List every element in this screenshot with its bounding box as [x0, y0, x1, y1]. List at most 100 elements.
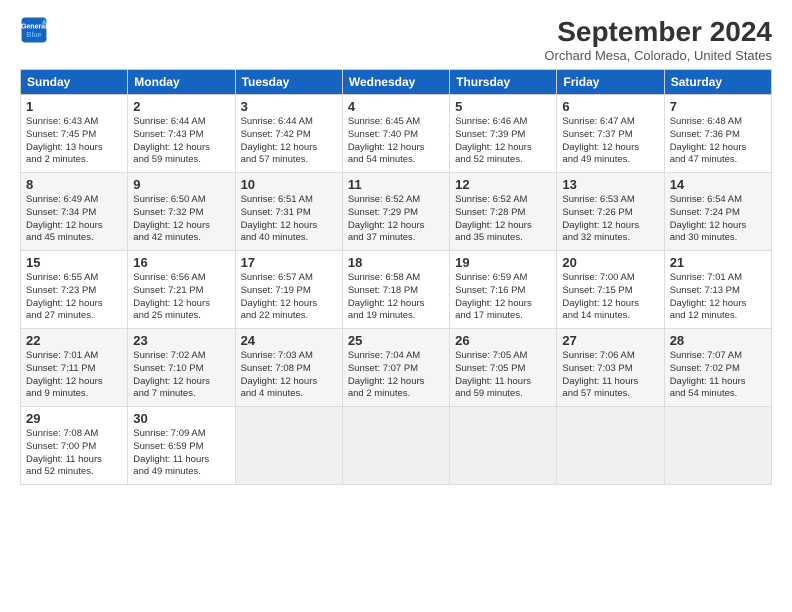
cell-content: Sunrise: 7:05 AM Sunset: 7:05 PM Dayligh… — [455, 350, 551, 401]
day-number: 7 — [670, 99, 766, 114]
cell-content: Sunrise: 7:09 AM Sunset: 6:59 PM Dayligh… — [133, 428, 229, 479]
col-wednesday: Wednesday — [342, 70, 449, 95]
day-number: 20 — [562, 255, 658, 270]
day-number: 9 — [133, 177, 229, 192]
calendar-cell: 11 Sunrise: 6:52 AM Sunset: 7:29 PM Dayli… — [342, 173, 449, 251]
day-number: 29 — [26, 411, 122, 426]
header-row: Sunday Monday Tuesday Wednesday Thursday… — [21, 70, 772, 95]
calendar-cell: 2 Sunrise: 6:44 AM Sunset: 7:43 PM Daylig… — [128, 95, 235, 173]
cell-content: Sunrise: 6:43 AM Sunset: 7:45 PM Dayligh… — [26, 116, 122, 167]
location: Orchard Mesa, Colorado, United States — [544, 48, 772, 63]
day-number: 15 — [26, 255, 122, 270]
cell-content: Sunrise: 6:53 AM Sunset: 7:26 PM Dayligh… — [562, 194, 658, 245]
cell-content: Sunrise: 6:59 AM Sunset: 7:16 PM Dayligh… — [455, 272, 551, 323]
logo-icon: General Blue — [20, 16, 48, 44]
calendar-cell: 22Sunrise: 7:01 AM Sunset: 7:11 PM Dayli… — [21, 329, 128, 407]
day-number: 26 — [455, 333, 551, 348]
cell-content: Sunrise: 6:44 AM Sunset: 7:43 PM Dayligh… — [133, 116, 229, 167]
title-block: September 2024 Orchard Mesa, Colorado, U… — [544, 16, 772, 63]
page-container: General Blue September 2024 Orchard Mesa… — [0, 0, 792, 495]
calendar-week-1: 1 Sunrise: 6:43 AM Sunset: 7:45 PM Daylig… — [21, 95, 772, 173]
calendar-cell: 20 Sunrise: 7:00 AM Sunset: 7:15 PM Dayli… — [557, 251, 664, 329]
cell-content: Sunrise: 6:56 AM Sunset: 7:21 PM Dayligh… — [133, 272, 229, 323]
cell-content: Sunrise: 6:45 AM Sunset: 7:40 PM Dayligh… — [348, 116, 444, 167]
day-number: 4 — [348, 99, 444, 114]
calendar-cell — [664, 407, 771, 485]
calendar-cell: 7 Sunrise: 6:48 AM Sunset: 7:36 PM Daylig… — [664, 95, 771, 173]
cell-content: Sunrise: 6:52 AM Sunset: 7:29 PM Dayligh… — [348, 194, 444, 245]
calendar-week-5: 29Sunrise: 7:08 AM Sunset: 7:00 PM Dayli… — [21, 407, 772, 485]
calendar-cell: 15 Sunrise: 6:55 AM Sunset: 7:23 PM Dayli… — [21, 251, 128, 329]
cell-content: Sunrise: 7:07 AM Sunset: 7:02 PM Dayligh… — [670, 350, 766, 401]
day-number: 6 — [562, 99, 658, 114]
day-number: 12 — [455, 177, 551, 192]
day-number: 11 — [348, 177, 444, 192]
cell-content: Sunrise: 6:55 AM Sunset: 7:23 PM Dayligh… — [26, 272, 122, 323]
calendar-cell: 3 Sunrise: 6:44 AM Sunset: 7:42 PM Daylig… — [235, 95, 342, 173]
day-number: 17 — [241, 255, 337, 270]
calendar-cell — [450, 407, 557, 485]
calendar-cell: 12 Sunrise: 6:52 AM Sunset: 7:28 PM Dayli… — [450, 173, 557, 251]
day-number: 22 — [26, 333, 122, 348]
day-number: 1 — [26, 99, 122, 114]
col-friday: Friday — [557, 70, 664, 95]
day-number: 5 — [455, 99, 551, 114]
day-number: 14 — [670, 177, 766, 192]
calendar-week-4: 22Sunrise: 7:01 AM Sunset: 7:11 PM Dayli… — [21, 329, 772, 407]
cell-content: Sunrise: 6:48 AM Sunset: 7:36 PM Dayligh… — [670, 116, 766, 167]
col-sunday: Sunday — [21, 70, 128, 95]
day-number: 13 — [562, 177, 658, 192]
col-saturday: Saturday — [664, 70, 771, 95]
calendar-cell: 18Sunrise: 6:58 AM Sunset: 7:18 PM Dayli… — [342, 251, 449, 329]
day-number: 28 — [670, 333, 766, 348]
calendar-cell: 4 Sunrise: 6:45 AM Sunset: 7:40 PM Daylig… — [342, 95, 449, 173]
col-tuesday: Tuesday — [235, 70, 342, 95]
col-thursday: Thursday — [450, 70, 557, 95]
cell-content: Sunrise: 7:00 AM Sunset: 7:15 PM Dayligh… — [562, 272, 658, 323]
header: General Blue September 2024 Orchard Mesa… — [20, 16, 772, 63]
day-number: 30 — [133, 411, 229, 426]
calendar-cell: 29Sunrise: 7:08 AM Sunset: 7:00 PM Dayli… — [21, 407, 128, 485]
day-number: 21 — [670, 255, 766, 270]
calendar-cell: 8Sunrise: 6:49 AM Sunset: 7:34 PM Daylig… — [21, 173, 128, 251]
calendar-cell: 28 Sunrise: 7:07 AM Sunset: 7:02 PM Dayli… — [664, 329, 771, 407]
calendar-cell — [342, 407, 449, 485]
day-number: 3 — [241, 99, 337, 114]
calendar-cell: 1 Sunrise: 6:43 AM Sunset: 7:45 PM Daylig… — [21, 95, 128, 173]
cell-content: Sunrise: 6:52 AM Sunset: 7:28 PM Dayligh… — [455, 194, 551, 245]
calendar-cell: 5 Sunrise: 6:46 AM Sunset: 7:39 PM Daylig… — [450, 95, 557, 173]
svg-text:Blue: Blue — [26, 32, 41, 39]
cell-content: Sunrise: 6:46 AM Sunset: 7:39 PM Dayligh… — [455, 116, 551, 167]
calendar-cell: 26 Sunrise: 7:05 AM Sunset: 7:05 PM Dayli… — [450, 329, 557, 407]
day-number: 23 — [133, 333, 229, 348]
day-number: 2 — [133, 99, 229, 114]
cell-content: Sunrise: 6:57 AM Sunset: 7:19 PM Dayligh… — [241, 272, 337, 323]
calendar-cell: 10Sunrise: 6:51 AM Sunset: 7:31 PM Dayli… — [235, 173, 342, 251]
calendar-cell: 23 Sunrise: 7:02 AM Sunset: 7:10 PM Dayli… — [128, 329, 235, 407]
cell-content: Sunrise: 7:04 AM Sunset: 7:07 PM Dayligh… — [348, 350, 444, 401]
calendar-cell: 13 Sunrise: 6:53 AM Sunset: 7:26 PM Dayli… — [557, 173, 664, 251]
cell-content: Sunrise: 6:50 AM Sunset: 7:32 PM Dayligh… — [133, 194, 229, 245]
calendar-cell: 19Sunrise: 6:59 AM Sunset: 7:16 PM Dayli… — [450, 251, 557, 329]
day-number: 16 — [133, 255, 229, 270]
day-number: 24 — [241, 333, 337, 348]
cell-content: Sunrise: 6:44 AM Sunset: 7:42 PM Dayligh… — [241, 116, 337, 167]
calendar-cell: 9 Sunrise: 6:50 AM Sunset: 7:32 PM Daylig… — [128, 173, 235, 251]
calendar-cell — [557, 407, 664, 485]
cell-content: Sunrise: 7:02 AM Sunset: 7:10 PM Dayligh… — [133, 350, 229, 401]
day-number: 8 — [26, 177, 122, 192]
col-monday: Monday — [128, 70, 235, 95]
calendar-table: Sunday Monday Tuesday Wednesday Thursday… — [20, 69, 772, 485]
cell-content: Sunrise: 6:47 AM Sunset: 7:37 PM Dayligh… — [562, 116, 658, 167]
calendar-week-2: 8Sunrise: 6:49 AM Sunset: 7:34 PM Daylig… — [21, 173, 772, 251]
cell-content: Sunrise: 7:03 AM Sunset: 7:08 PM Dayligh… — [241, 350, 337, 401]
calendar-cell: 16 Sunrise: 6:56 AM Sunset: 7:21 PM Dayli… — [128, 251, 235, 329]
day-number: 27 — [562, 333, 658, 348]
calendar-week-3: 15 Sunrise: 6:55 AM Sunset: 7:23 PM Dayli… — [21, 251, 772, 329]
calendar-cell: 17 Sunrise: 6:57 AM Sunset: 7:19 PM Dayli… — [235, 251, 342, 329]
day-number: 25 — [348, 333, 444, 348]
calendar-cell: 6 Sunrise: 6:47 AM Sunset: 7:37 PM Daylig… — [557, 95, 664, 173]
calendar-cell: 25 Sunrise: 7:04 AM Sunset: 7:07 PM Dayli… — [342, 329, 449, 407]
calendar-cell: 27Sunrise: 7:06 AM Sunset: 7:03 PM Dayli… — [557, 329, 664, 407]
calendar-cell: 24 Sunrise: 7:03 AM Sunset: 7:08 PM Dayli… — [235, 329, 342, 407]
